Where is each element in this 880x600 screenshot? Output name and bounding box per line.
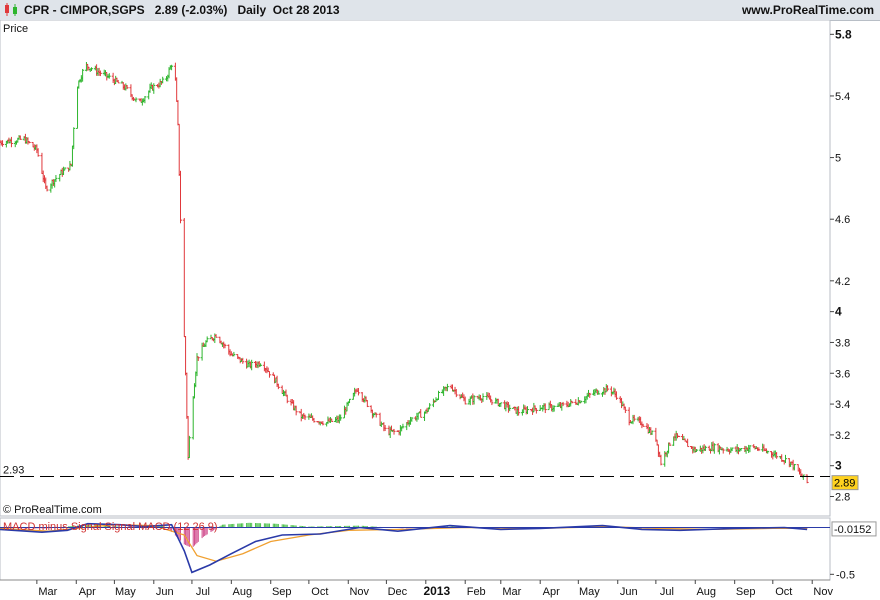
x-axis: Mar Apr May Jun Jul Aug Sep Oct Nov Dec 2013 Feb Mar…: [36, 580, 833, 598]
x-tick-label: May: [579, 586, 600, 598]
x-tick-label: Sep: [736, 586, 756, 598]
candlestick-chart-icon: [5, 3, 17, 16]
copyright-label: © ProRealTime.com: [3, 504, 102, 516]
price-y-tick-label: 4.6: [835, 214, 850, 226]
price-y-tick-label: 5.4: [835, 91, 850, 103]
last-price: 2.89: [154, 3, 179, 17]
x-tick-label: Jul: [660, 586, 674, 598]
x-tick-label: Mar: [38, 586, 57, 598]
last-price-badge-text: 2.89: [834, 478, 855, 490]
chart-date: Oct 28 2013: [272, 3, 340, 17]
site-url: www.ProRealTime.com: [741, 3, 874, 17]
chart-window: CPR - CIMPOR,SGPS 2.89 (-2.03%) Daily Oc…: [0, 0, 880, 600]
x-tick-label: Mar: [502, 586, 521, 598]
price-y-tick-label: 3.2: [835, 430, 850, 442]
x-tick-label: Jun: [620, 586, 638, 598]
macd-last-value-text: -0.0152: [834, 524, 871, 536]
price-y-tick-label: 3.6: [835, 368, 850, 380]
x-tick-label: Aug: [233, 586, 253, 598]
x-tick-label: Oct: [311, 586, 328, 598]
x-tick-label: Oct: [775, 586, 792, 598]
price-y-tick-label: 5: [835, 153, 841, 165]
price-y-tick-label: 3.8: [835, 337, 850, 349]
price-panel-frame: [0, 20, 831, 517]
macd-panel-label: MACD minus Signal Signal MACD (12 26 9): [3, 521, 218, 533]
x-tick-label: Nov: [349, 586, 369, 598]
x-tick-label: May: [115, 586, 136, 598]
macd-y-axis: -0.5: [830, 569, 855, 581]
chart-header: CPR - CIMPOR,SGPS 2.89 (-2.03%) Daily Oc…: [0, 0, 880, 21]
x-tick-label: 2013: [423, 584, 450, 598]
x-tick-label: Jul: [196, 586, 210, 598]
price-y-tick-label: 5.8: [835, 27, 852, 41]
price-change: (-2.03%): [181, 3, 228, 17]
price-panel-label: Price: [3, 23, 28, 35]
instrument-symbol: CPR - CIMPOR,SGPS: [24, 3, 145, 17]
macd-y-tick-label: -0.5: [836, 569, 855, 581]
price-y-tick-label: 4: [835, 305, 842, 319]
x-tick-label: Dec: [388, 586, 408, 598]
x-tick-label: Feb: [467, 586, 486, 598]
price-y-axis: 5.8 5.4 5 4.6 4.2 4 3.8 3.6 3.4 3.2 3 2.8: [830, 27, 852, 504]
x-tick-label: Apr: [79, 586, 96, 598]
x-tick-label: Nov: [813, 586, 833, 598]
x-tick-label: Aug: [696, 586, 716, 598]
price-y-tick-label: 4.2: [835, 276, 850, 288]
price-y-tick-label: 2.8: [835, 492, 850, 504]
chart-canvas[interactable]: 5.8 5.4 5 4.6 4.2 4 3.8 3.6 3.4 3.2 3 2.8 2.93 2.89…: [0, 20, 880, 600]
instrument-title: CPR - CIMPOR,SGPS 2.89 (-2.03%) Daily Oc…: [24, 3, 340, 17]
x-tick-label: Sep: [272, 586, 292, 598]
price-y-tick-label: 3.4: [835, 399, 850, 411]
x-tick-label: Apr: [543, 586, 560, 598]
price-y-tick-label: 3: [835, 459, 842, 473]
reference-line-label: 2.93: [3, 464, 24, 476]
x-tick-label: Jun: [156, 586, 174, 598]
chart-period: Daily: [237, 3, 267, 17]
